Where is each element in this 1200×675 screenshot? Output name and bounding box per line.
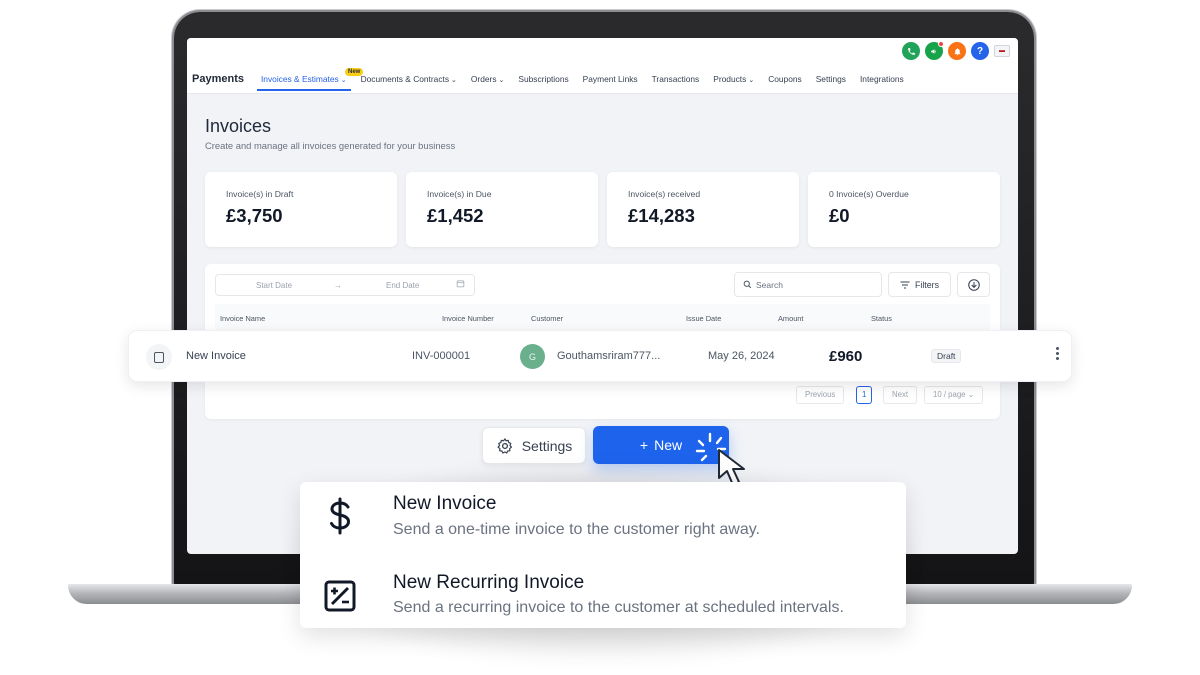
stat-card-due: Invoice(s) in Due £1,452 [406, 172, 598, 247]
new-dropdown-menu: New Invoice Send a one-time invoice to t… [300, 482, 906, 628]
menu-item-description: Send a one-time invoice to the customer … [393, 521, 760, 538]
chevron-down-icon: ⌄ [340, 77, 347, 84]
search-icon [743, 280, 752, 289]
menu-item-title: New Invoice [393, 493, 497, 514]
calendar-icon [456, 279, 465, 290]
tab-coupons[interactable]: Coupons [768, 74, 802, 84]
top-navigation: ? ▬ Payments Invoices & Estimates ⌄ New Do… [187, 38, 1018, 94]
menu-item-description: Send a recurring invoice to the customer… [393, 599, 844, 616]
search-placeholder: Search [756, 279, 783, 290]
stat-value: £14,283 [628, 205, 695, 226]
tab-settings[interactable]: Settings [816, 74, 846, 84]
arrow-right-icon: → [334, 281, 342, 290]
stat-label: 0 Invoice(s) Overdue [829, 189, 909, 199]
date-range-picker[interactable]: Start Date → End Date [215, 274, 475, 296]
stat-label: Invoice(s) received [628, 189, 701, 199]
amount: £960 [829, 348, 863, 365]
stat-card-overdue: 0 Invoice(s) Overdue £0 [808, 172, 1000, 247]
page-size-label: 10 / page [933, 390, 966, 399]
chevron-down-icon: ⌄ [451, 77, 457, 84]
end-date-input[interactable]: End Date [386, 281, 419, 290]
chevron-down-icon: ⌄ [498, 77, 505, 84]
menu-item-new-invoice[interactable]: New Invoice Send a one-time invoice to t… [300, 482, 906, 554]
filters-label: Filters [915, 279, 939, 290]
invoice-number: INV-000001 [412, 350, 471, 362]
tab-subscriptions[interactable]: Subscriptions [518, 74, 568, 84]
search-input[interactable]: Search [734, 272, 882, 297]
table-header: Invoice Name Invoice Number Customer Iss… [215, 304, 990, 330]
pagination-next[interactable]: Next [883, 386, 918, 404]
page-title: Invoices [205, 116, 272, 136]
plus-icon: + [639, 437, 649, 453]
page-size-select[interactable]: 10 / page ⌄ [924, 386, 984, 404]
pagination-page[interactable]: 1 [856, 386, 873, 404]
tab-label: Products [713, 74, 747, 84]
stat-value: £1,452 [427, 205, 484, 226]
column-header: Invoice Number [442, 314, 494, 323]
checkbox-icon [154, 351, 164, 363]
column-header: Issue Date [686, 314, 722, 323]
column-header: Amount [778, 314, 804, 323]
stat-card-received: Invoice(s) received £14,283 [607, 172, 799, 247]
notification-dot [938, 41, 944, 47]
stat-value: £3,750 [226, 205, 283, 226]
avatar: G [520, 344, 545, 369]
settings-label: Settings [521, 437, 573, 454]
stat-label: Invoice(s) in Due [427, 189, 492, 199]
page-subtitle: Create and manage all invoices generated… [205, 140, 456, 151]
row-checkbox[interactable] [146, 344, 172, 370]
issue-date: May 26, 2024 [708, 350, 775, 362]
new-label: New [654, 437, 683, 453]
menu-item-new-recurring-invoice[interactable]: New Recurring Invoice Send a recurring i… [300, 560, 906, 632]
chevron-down-icon: ⌄ [967, 390, 975, 399]
tab-integrations[interactable]: Integrations [860, 74, 904, 84]
tab-documents-contracts[interactable]: Documents & Contracts ⌄ [361, 74, 457, 84]
customer-name: Gouthamsriram777... [557, 350, 661, 362]
tab-label: Invoices & Estimates [260, 74, 339, 84]
settings-button[interactable]: Settings [482, 427, 586, 464]
invoice-name: New Invoice [186, 350, 246, 362]
gear-icon [497, 437, 512, 454]
megaphone-icon[interactable] [925, 41, 944, 60]
nav-tabs: Payments Invoices & Estimates ⌄ New Docume… [192, 68, 918, 91]
tab-products[interactable]: Products ⌄ [713, 74, 754, 84]
status-badge: Draft [931, 349, 962, 363]
start-date-input[interactable]: Start Date [256, 281, 292, 290]
tab-transactions[interactable]: Transactions [652, 74, 700, 84]
column-header: Customer [531, 314, 564, 323]
pagination-previous[interactable]: Previous [796, 386, 845, 404]
tab-payment-links[interactable]: Payment Links [583, 74, 638, 84]
dollar-icon [330, 497, 351, 535]
download-button[interactable] [957, 272, 990, 297]
brand-title: Payments [192, 73, 244, 85]
phone-icon[interactable] [902, 42, 920, 60]
tab-invoices-estimates[interactable]: Invoices & Estimates ⌄ New [257, 68, 364, 91]
filter-lines-icon [900, 281, 910, 288]
stat-card-draft: Invoice(s) in Draft £3,750 [205, 172, 397, 247]
percent-box-icon [324, 580, 356, 612]
column-header: Status [871, 314, 892, 323]
help-icon[interactable]: ? [971, 42, 989, 60]
top-utility-icons: ? ▬ [902, 41, 1010, 60]
stat-value: £0 [829, 205, 850, 226]
bell-icon[interactable] [948, 42, 966, 60]
filters-button[interactable]: Filters [888, 272, 951, 297]
tab-orders[interactable]: Orders ⌄ [471, 74, 504, 84]
tab-label: Orders [470, 74, 497, 84]
menu-item-title: New Recurring Invoice [393, 572, 585, 593]
chevron-down-icon: ⌄ [748, 77, 755, 84]
stat-label: Invoice(s) in Draft [226, 189, 294, 199]
column-header: Invoice Name [220, 314, 266, 323]
download-icon [967, 278, 980, 291]
table-row[interactable]: New Invoice INV-000001 G Gouthamsriram77… [128, 330, 1072, 382]
help-glyph: ? [976, 45, 984, 57]
language-flag-icon[interactable]: ▬ [994, 45, 1010, 57]
more-options-icon[interactable] [1054, 347, 1060, 360]
tab-label: Documents & Contracts [360, 74, 450, 84]
